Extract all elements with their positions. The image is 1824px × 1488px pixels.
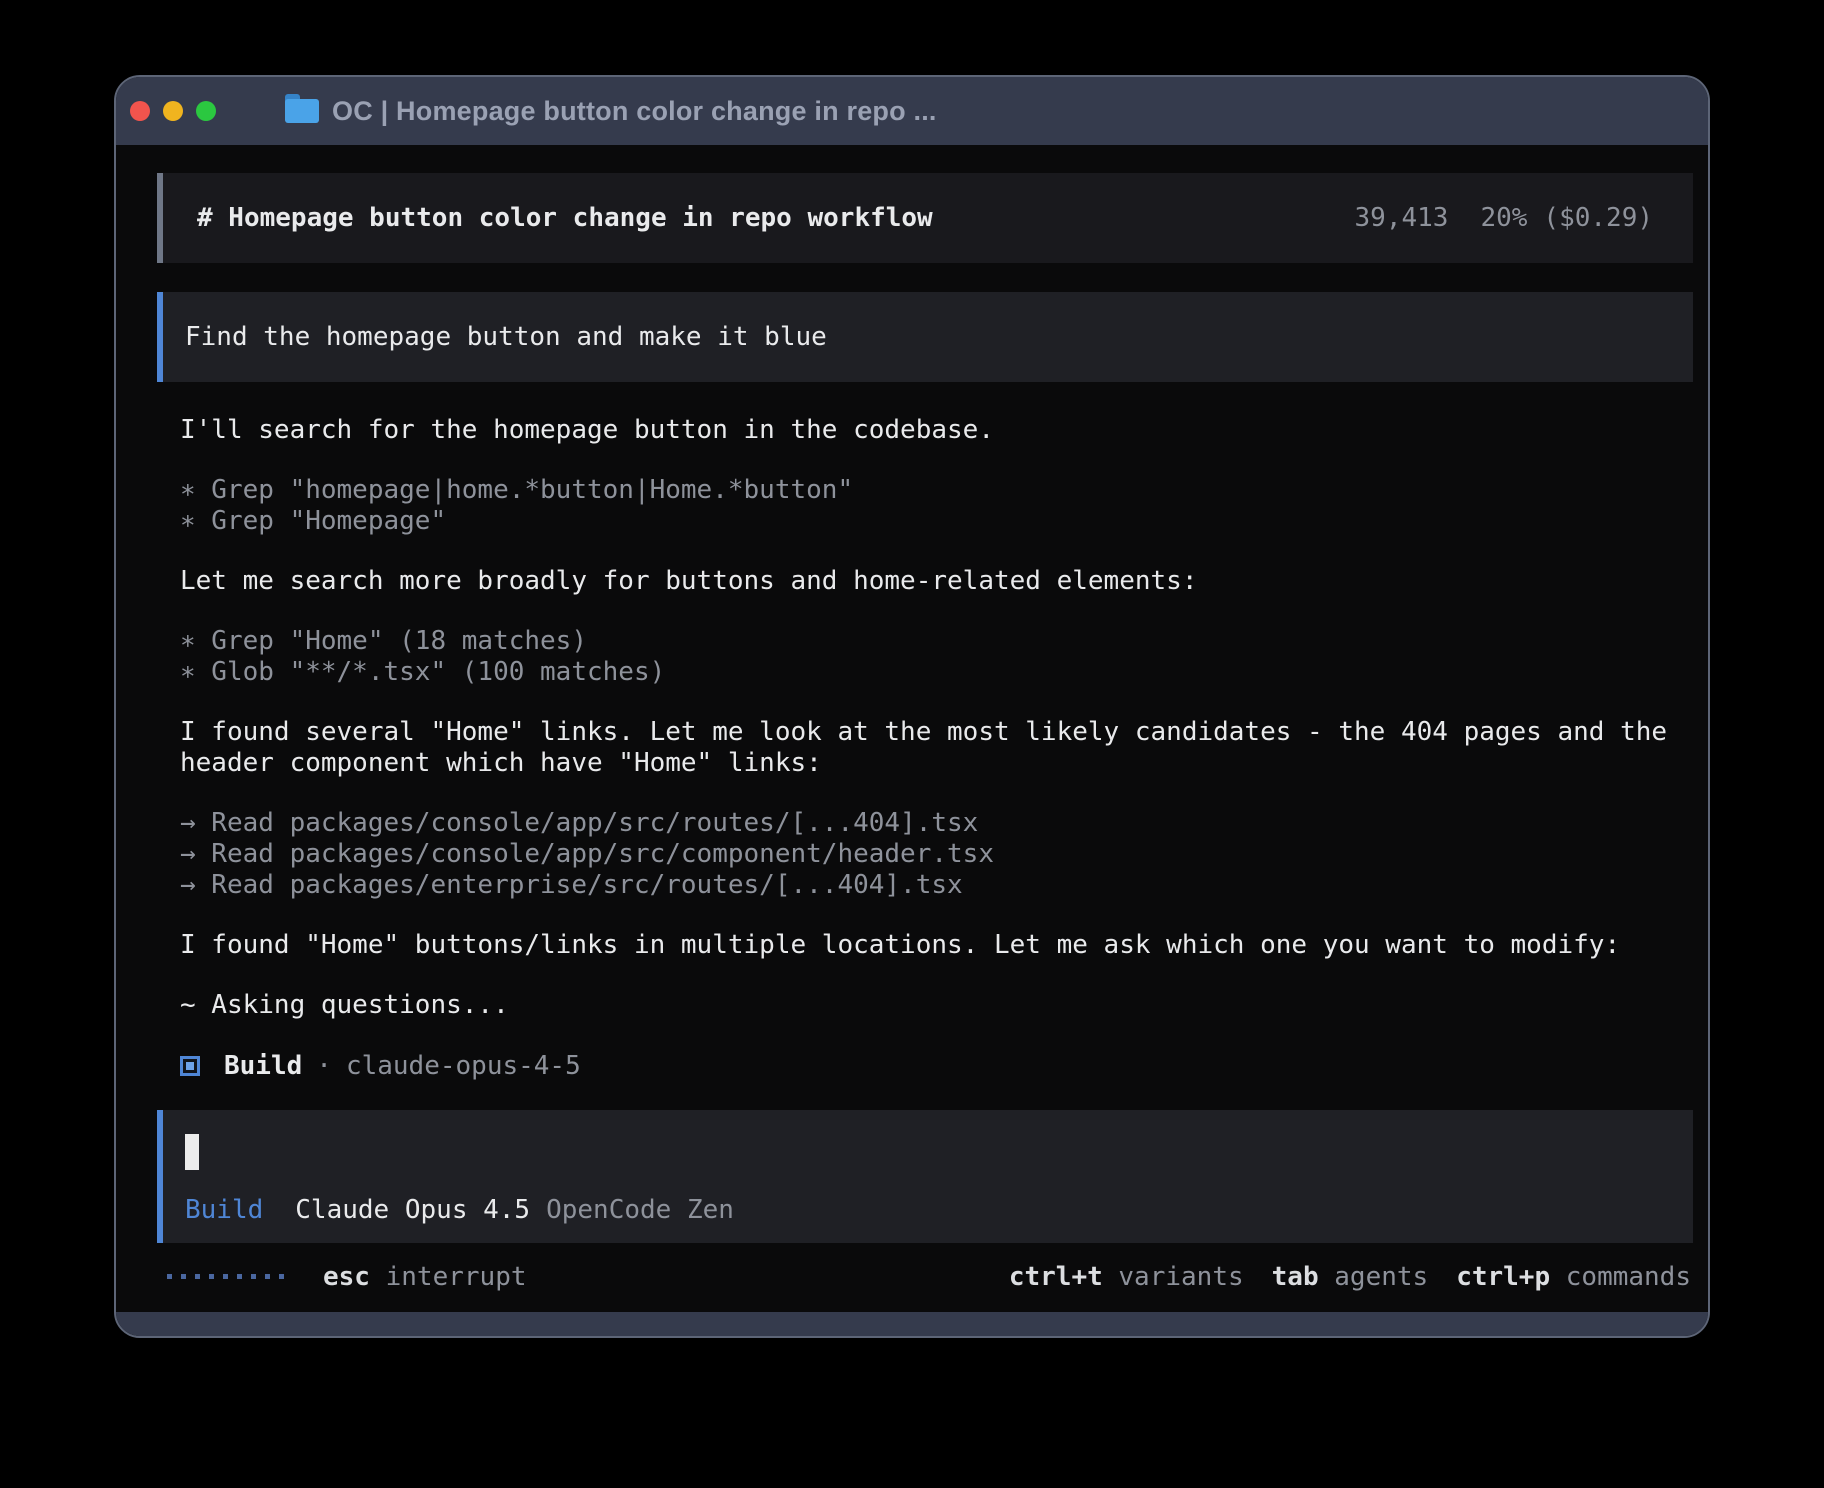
token-count: 39,413 <box>1355 203 1449 233</box>
agent-build-icon <box>180 1056 200 1076</box>
agent-name: Build <box>224 1051 302 1081</box>
assistant-text: header component which have "Home" links… <box>180 748 1693 779</box>
title-bar: OC | Homepage button color change in rep… <box>116 77 1708 145</box>
commands-hint: ctrl+p commands <box>1456 1262 1691 1292</box>
variants-hint: ctrl+t variants <box>1009 1262 1244 1292</box>
tool-call-grep: ∗ Grep "Homepage" <box>180 506 1693 537</box>
tool-call-grep: ∗ Grep "homepage|home.*button|Home.*butt… <box>180 475 1693 506</box>
assistant-status-text: ~ Asking questions... <box>180 990 1693 1021</box>
ctrl-p-key: ctrl+p <box>1456 1262 1550 1292</box>
folder-icon <box>285 99 319 123</box>
assistant-transcript: I'll search for the homepage button in t… <box>157 415 1693 1081</box>
user-message-text: Find the homepage button and make it blu… <box>185 322 827 352</box>
provider-label: OpenCode Zen <box>546 1195 734 1225</box>
session-header: # Homepage button color change in repo w… <box>157 173 1693 263</box>
agent-mode-label: Build <box>185 1195 263 1225</box>
assistant-text: I found "Home" buttons/links in multiple… <box>180 930 1693 961</box>
terminal-content: # Homepage button color change in repo w… <box>116 145 1708 1312</box>
assistant-text: I'll search for the homepage button in t… <box>180 415 1693 446</box>
tool-call-glob: ∗ Glob "**/*.tsx" (100 matches) <box>180 657 1693 688</box>
context-percent: 20% <box>1480 203 1527 233</box>
session-stats: 39,413 20% ($0.29) <box>1355 203 1653 233</box>
agent-status-row: Build · claude-opus-4-5 <box>180 1050 1693 1081</box>
tool-call-read: → Read packages/console/app/src/componen… <box>180 839 1693 870</box>
interrupt-hint: esc interrupt <box>323 1262 527 1292</box>
agent-separator: · <box>316 1051 332 1081</box>
agents-hint: tab agents <box>1272 1262 1429 1292</box>
zoom-button[interactable] <box>196 101 216 121</box>
variants-label: variants <box>1118 1262 1243 1292</box>
agents-label: agents <box>1334 1262 1428 1292</box>
close-button[interactable] <box>130 101 150 121</box>
tool-call-read: → Read packages/enterprise/src/routes/[.… <box>180 870 1693 901</box>
ctrl-t-key: ctrl+t <box>1009 1262 1103 1292</box>
terminal-window: OC | Homepage button color change in rep… <box>114 75 1710 1338</box>
assistant-text: I found several "Home" links. Let me loo… <box>180 717 1693 748</box>
status-bar: esc interrupt ctrl+t variants tab agents… <box>157 1261 1693 1292</box>
tab-key: tab <box>1272 1262 1319 1292</box>
text-cursor <box>185 1134 199 1170</box>
model-label: Claude Opus 4.5 <box>295 1195 530 1225</box>
session-title: # Homepage button color change in repo w… <box>197 203 933 233</box>
esc-key: esc <box>323 1262 370 1292</box>
tool-call-grep: ∗ Grep "Home" (18 matches) <box>180 626 1693 657</box>
prompt-input[interactable]: Build Claude Opus 4.5 OpenCode Zen <box>157 1110 1693 1243</box>
session-cost: ($0.29) <box>1543 203 1653 233</box>
working-spinner-dots <box>167 1274 293 1279</box>
commands-label: commands <box>1566 1262 1691 1292</box>
user-message: Find the homepage button and make it blu… <box>157 292 1693 382</box>
minimize-button[interactable] <box>163 101 183 121</box>
agent-model: claude-opus-4-5 <box>346 1051 581 1081</box>
assistant-text: Let me search more broadly for buttons a… <box>180 566 1693 597</box>
window-bottom-edge <box>116 1312 1708 1336</box>
input-status-line: Build Claude Opus 4.5 OpenCode Zen <box>185 1195 1693 1225</box>
window-title: OC | Homepage button color change in rep… <box>332 96 937 127</box>
esc-label: interrupt <box>386 1262 527 1292</box>
tool-call-read: → Read packages/console/app/src/routes/[… <box>180 808 1693 839</box>
